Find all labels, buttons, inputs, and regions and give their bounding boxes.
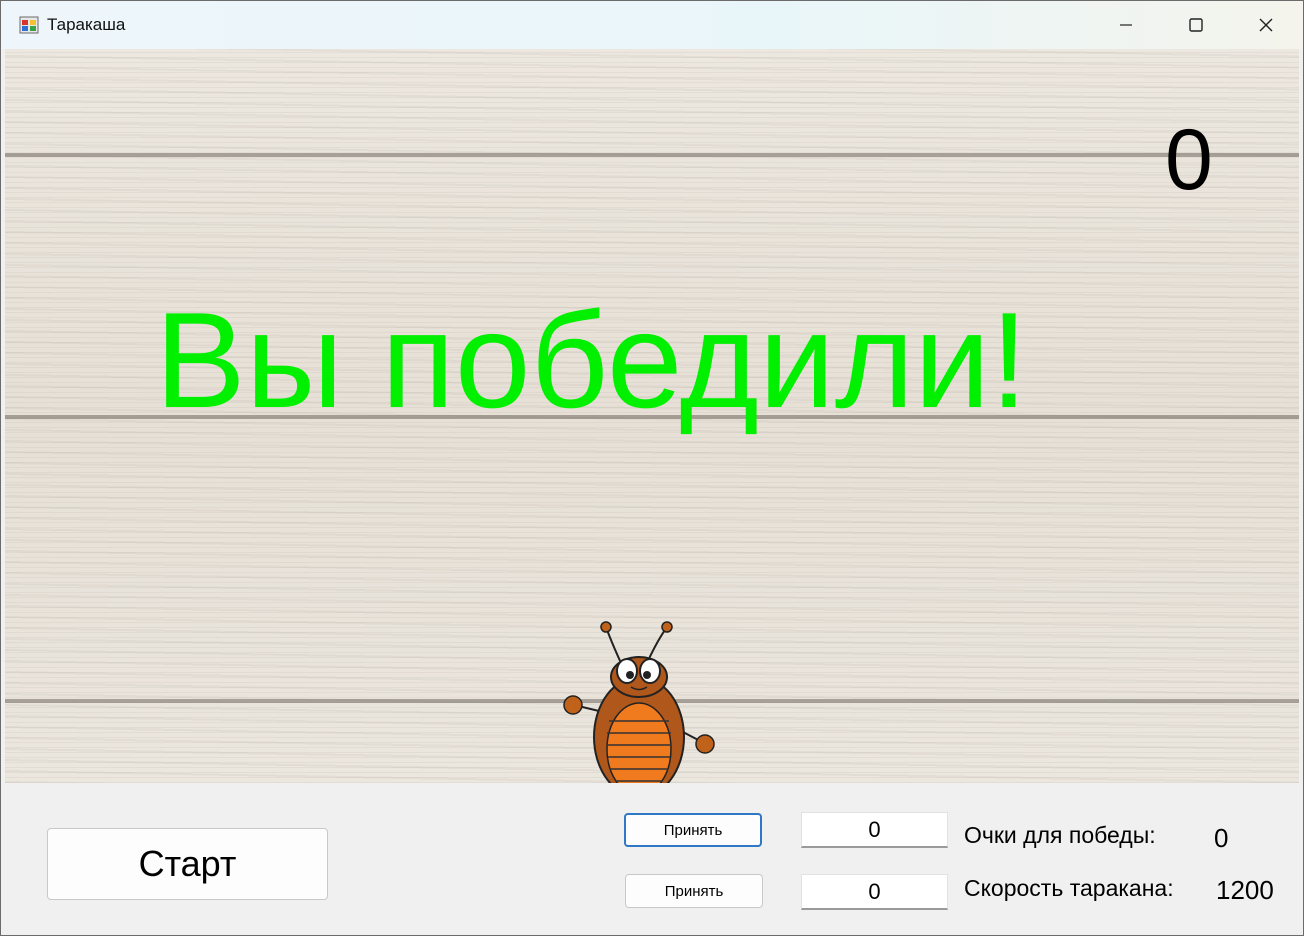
- speed-value: 1200: [1216, 875, 1274, 905]
- close-icon: [1259, 18, 1273, 32]
- speed-input[interactable]: 0: [801, 874, 948, 910]
- app-window: Таракаша 0 Вы победили! Старт Принять Пр…: [0, 0, 1304, 936]
- app-icon: [19, 16, 39, 34]
- maximize-icon: [1189, 18, 1203, 32]
- maximize-button[interactable]: [1161, 1, 1231, 49]
- score-counter: 0: [1165, 112, 1213, 208]
- win-points-input[interactable]: 0: [801, 812, 948, 848]
- accept-win-points-button[interactable]: Принять: [624, 813, 762, 847]
- minimize-button[interactable]: [1091, 1, 1161, 49]
- plank-seam: [5, 153, 1299, 157]
- speed-label: Скорость таракана:: [964, 875, 1174, 901]
- start-button[interactable]: Старт: [47, 828, 328, 900]
- win-message: Вы победили!: [155, 284, 1028, 436]
- minimize-icon: [1120, 24, 1132, 26]
- win-points-label: Очки для победы:: [964, 822, 1156, 848]
- title-bar[interactable]: Таракаша: [1, 1, 1303, 49]
- win-points-value: 0: [1214, 823, 1229, 853]
- accept-speed-button[interactable]: Принять: [625, 874, 763, 908]
- close-button[interactable]: [1231, 1, 1301, 49]
- game-board[interactable]: 0 Вы победили!: [5, 49, 1299, 783]
- cockroach-icon[interactable]: [559, 619, 719, 783]
- window-title: Таракаша: [47, 15, 126, 34]
